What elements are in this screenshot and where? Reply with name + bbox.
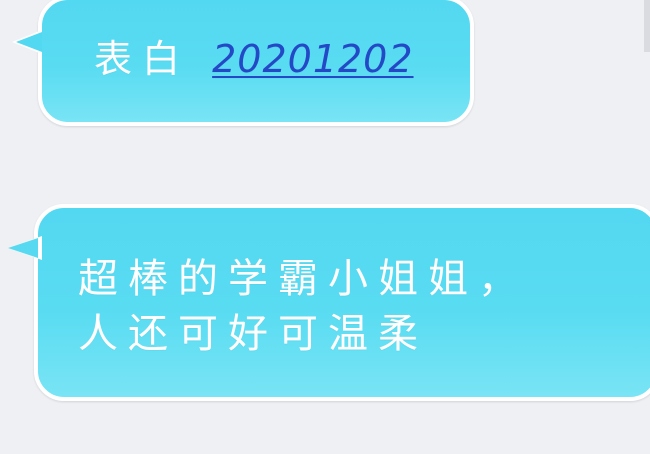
message-text: 超棒的学霸小姐姐， 人还可好可温柔 xyxy=(78,252,638,362)
message-line: 人还可好可温柔 xyxy=(78,311,428,357)
message-bubble[interactable]: 超棒的学霸小姐姐， 人还可好可温柔 xyxy=(8,204,650,401)
bubble-tail-fill xyxy=(16,32,42,52)
message-line: 超棒的学霸小姐姐， xyxy=(78,256,528,302)
chat-area: 表白 20201202 超棒的学霸小姐姐， 人还可好可温柔 xyxy=(0,0,650,454)
message-text: 表白 20201202 xyxy=(94,34,414,84)
date-link[interactable]: 20201202 xyxy=(212,37,413,81)
bubble-tail-fill xyxy=(8,238,38,258)
message-bubble[interactable]: 表白 20201202 xyxy=(12,0,474,126)
message-prefix: 表白 xyxy=(94,37,191,81)
scrollbar-edge xyxy=(644,0,650,52)
